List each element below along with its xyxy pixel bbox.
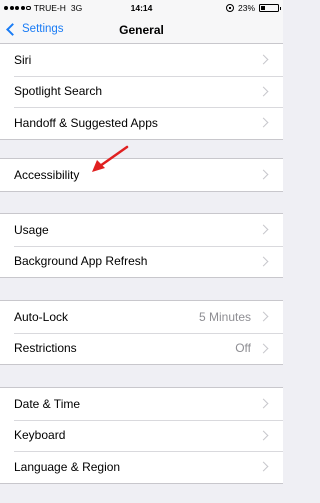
chevron-right-icon (258, 461, 269, 472)
row-label: Handoff & Suggested Apps (14, 115, 158, 130)
settings-row-language-region[interactable]: Language & Region (0, 451, 283, 483)
page-title: General (119, 23, 164, 37)
battery-percent: 23% (237, 3, 255, 13)
row-value: Off (235, 341, 251, 356)
row-label: Usage (14, 222, 49, 237)
settings-row-spotlight-search[interactable]: Spotlight Search (0, 75, 283, 108)
settings-row-handoff[interactable]: Handoff & Suggested Apps (0, 107, 283, 139)
chevron-right-icon (258, 256, 269, 267)
status-bar: TRUE-H 3G 14:14 23% (0, 0, 283, 16)
settings-group-3: Usage Background App Refresh (0, 213, 283, 278)
chevron-right-icon (258, 117, 269, 128)
battery-icon (259, 4, 281, 12)
row-label: Auto-Lock (14, 309, 69, 324)
settings-row-accessibility[interactable]: Accessibility (0, 159, 283, 191)
chevron-right-icon (258, 54, 269, 65)
navigation-bar: Settings General (0, 16, 283, 44)
chevron-right-icon (258, 398, 269, 409)
row-label: Siri (14, 52, 32, 67)
row-label: Spotlight Search (14, 84, 103, 99)
chevron-right-icon (258, 311, 269, 322)
row-label: Restrictions (14, 341, 77, 356)
settings-group-2: Accessibility (0, 158, 283, 192)
settings-row-siri[interactable]: Siri (0, 44, 283, 76)
row-label: Accessibility (14, 167, 80, 182)
row-value: 5 Minutes (198, 309, 251, 324)
status-right: 23% (225, 3, 281, 13)
settings-row-keyboard[interactable]: Keyboard (0, 419, 283, 452)
settings-row-usage[interactable]: Usage (0, 214, 283, 246)
settings-group-1: Siri Spotlight Search Handoff & Suggeste… (0, 43, 283, 140)
chevron-right-icon (258, 343, 269, 354)
row-label: Language & Region (14, 459, 121, 474)
row-label: Background App Refresh (14, 254, 148, 269)
settings-row-background-app-refresh[interactable]: Background App Refresh (0, 245, 283, 278)
chevron-right-icon (258, 224, 269, 235)
settings-row-date-time[interactable]: Date & Time (0, 388, 283, 420)
chevron-right-icon (258, 430, 269, 441)
settings-group-4: Auto-Lock 5 Minutes Restrictions Off (0, 300, 283, 365)
settings-row-restrictions[interactable]: Restrictions Off (0, 332, 283, 365)
chevron-right-icon (258, 86, 269, 97)
chevron-right-icon (258, 169, 269, 180)
settings-group-5: Date & Time Keyboard Language & Region (0, 387, 283, 484)
row-label: Date & Time (14, 396, 81, 411)
battery-fill (261, 6, 265, 10)
row-label: Keyboard (14, 428, 66, 443)
settings-row-auto-lock[interactable]: Auto-Lock 5 Minutes (0, 301, 283, 333)
rotation-lock-icon (225, 4, 234, 12)
